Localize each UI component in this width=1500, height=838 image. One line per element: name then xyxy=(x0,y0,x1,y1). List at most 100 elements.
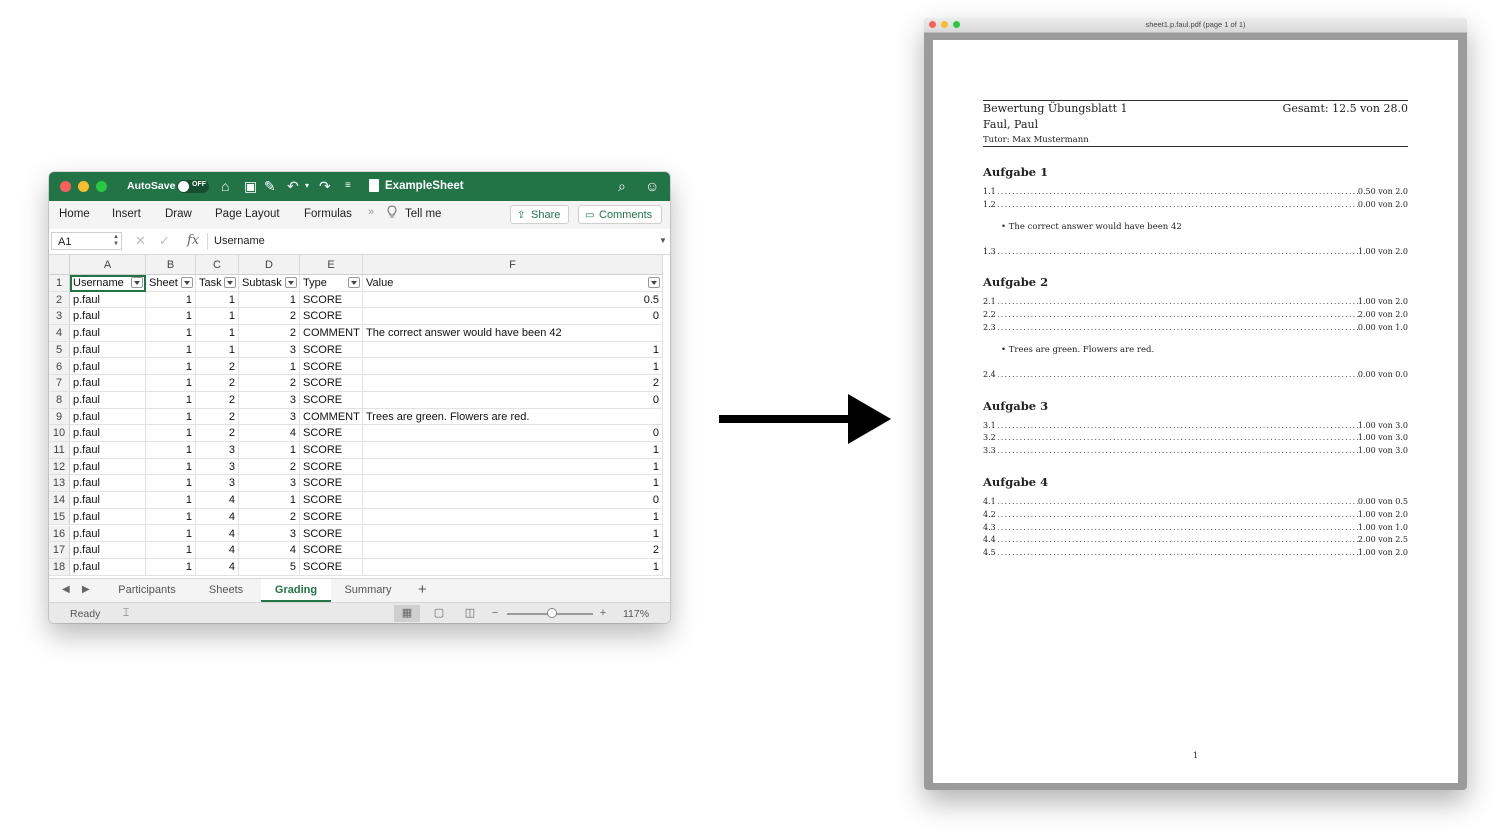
cell-subtask[interactable]: 2 xyxy=(239,458,300,476)
cell-type[interactable]: SCORE xyxy=(300,442,363,459)
row-number[interactable]: 2 xyxy=(49,291,70,309)
row-number[interactable]: 1 xyxy=(49,275,70,292)
cell-type[interactable]: COMMENT xyxy=(300,325,363,342)
cell-subtask[interactable]: 3 xyxy=(239,341,300,359)
header-cell-sheet[interactable]: Sheet xyxy=(146,275,196,292)
cell-value[interactable]: The correct answer would have been 42 xyxy=(363,325,663,342)
cell-subtask[interactable]: 1 xyxy=(239,358,300,376)
zoom-in-icon[interactable]: + xyxy=(595,605,611,622)
cell-value[interactable]: 0 xyxy=(363,391,663,409)
confirm-formula-icon[interactable]: ✓ xyxy=(159,233,170,249)
cell-username[interactable]: p.faul xyxy=(70,458,146,476)
cell-task[interactable]: 2 xyxy=(196,391,239,409)
row-number[interactable]: 15 xyxy=(49,508,70,526)
cell-task[interactable]: 1 xyxy=(196,341,239,359)
cell-type[interactable]: SCORE xyxy=(300,508,363,526)
cell-type[interactable]: SCORE xyxy=(300,308,363,326)
name-box[interactable]: A1 xyxy=(51,232,122,250)
cell-value[interactable]: 1 xyxy=(363,525,663,543)
cell-sheet[interactable]: 1 xyxy=(146,525,196,543)
cell-sheet[interactable]: 1 xyxy=(146,492,196,509)
cell-sheet[interactable]: 1 xyxy=(146,375,196,392)
cell-sheet[interactable]: 1 xyxy=(146,442,196,459)
cell-task[interactable]: 1 xyxy=(196,291,239,309)
cell-type[interactable]: SCORE xyxy=(300,341,363,359)
cell-task[interactable]: 1 xyxy=(196,308,239,326)
cell-subtask[interactable]: 2 xyxy=(239,508,300,526)
filter-dropdown-icon[interactable] xyxy=(224,277,236,288)
formula-input[interactable]: Username xyxy=(214,235,265,247)
row-number[interactable]: 7 xyxy=(49,375,70,392)
sheet-tab-summary[interactable]: Summary xyxy=(335,579,401,602)
tab-insert[interactable]: Insert xyxy=(112,208,141,220)
page-break-view-icon[interactable]: ◫ xyxy=(457,605,483,622)
row-number[interactable]: 8 xyxy=(49,391,70,409)
cell-subtask[interactable]: 3 xyxy=(239,525,300,543)
cell-username[interactable]: p.faul xyxy=(70,391,146,409)
row-number[interactable]: 16 xyxy=(49,525,70,543)
cell-sheet[interactable]: 1 xyxy=(146,508,196,526)
redo-icon[interactable]: ↷ xyxy=(319,177,331,195)
macro-record-icon[interactable]: ⌶ xyxy=(117,605,135,622)
undo-dropdown-icon[interactable]: ▾ xyxy=(305,177,309,195)
cell-sheet[interactable]: 1 xyxy=(146,325,196,342)
cell-subtask[interactable]: 3 xyxy=(239,391,300,409)
row-number[interactable]: 18 xyxy=(49,558,70,576)
sheet-tab-grading[interactable]: Grading xyxy=(261,579,331,602)
tab-home[interactable]: Home xyxy=(59,208,90,220)
save-icon[interactable]: ▣ xyxy=(244,177,257,195)
expand-formula-bar-icon[interactable]: ▼ xyxy=(659,236,667,245)
normal-view-icon[interactable]: ▦ xyxy=(394,605,420,622)
cell-task[interactable]: 2 xyxy=(196,375,239,392)
cell-value[interactable]: 1 xyxy=(363,458,663,476)
column-header-b[interactable]: B xyxy=(146,255,196,275)
filter-dropdown-icon[interactable] xyxy=(348,277,360,288)
cell-value[interactable]: 2 xyxy=(363,375,663,392)
row-number[interactable]: 13 xyxy=(49,475,70,493)
cell-type[interactable]: SCORE xyxy=(300,492,363,509)
cell-username[interactable]: p.faul xyxy=(70,341,146,359)
filter-dropdown-icon[interactable] xyxy=(285,277,297,288)
cell-sheet[interactable]: 1 xyxy=(146,558,196,576)
cell-username[interactable]: p.faul xyxy=(70,325,146,342)
close-window-button[interactable] xyxy=(60,181,71,192)
more-tabs-icon[interactable]: » xyxy=(368,206,374,218)
cell-username[interactable]: p.faul xyxy=(70,358,146,376)
cell-type[interactable]: COMMENT xyxy=(300,408,363,426)
sheet-tab-sheets[interactable]: Sheets xyxy=(195,579,257,602)
row-number[interactable]: 3 xyxy=(49,308,70,326)
search-icon[interactable]: ⌕ xyxy=(618,177,626,195)
zoom-level[interactable]: 117% xyxy=(623,608,649,620)
cell-username[interactable]: p.faul xyxy=(70,442,146,459)
cell-subtask[interactable]: 2 xyxy=(239,308,300,326)
cell-type[interactable]: SCORE xyxy=(300,458,363,476)
cell-sheet[interactable]: 1 xyxy=(146,475,196,493)
cell-subtask[interactable]: 4 xyxy=(239,542,300,559)
insert-function-icon[interactable]: fx xyxy=(187,233,199,248)
cell-task[interactable]: 4 xyxy=(196,542,239,559)
edit-icon[interactable]: ✎ xyxy=(264,177,276,195)
name-box-stepper-icon[interactable]: ▲ ▼ xyxy=(113,234,119,248)
cell-task[interactable]: 2 xyxy=(196,425,239,442)
customize-toolbar-icon[interactable]: ≡ xyxy=(345,177,351,195)
cell-username[interactable]: p.faul xyxy=(70,308,146,326)
cancel-formula-icon[interactable]: ✕ xyxy=(135,233,146,249)
cell-sheet[interactable]: 1 xyxy=(146,542,196,559)
cell-task[interactable]: 2 xyxy=(196,358,239,376)
cell-task[interactable]: 4 xyxy=(196,525,239,543)
cell-type[interactable]: SCORE xyxy=(300,291,363,309)
tab-page-layout[interactable]: Page Layout xyxy=(215,208,280,220)
select-all-corner[interactable] xyxy=(49,255,70,275)
cell-type[interactable]: SCORE xyxy=(300,475,363,493)
column-header-c[interactable]: C xyxy=(196,255,239,275)
share-button[interactable]: ⇪ Share xyxy=(510,205,569,224)
cell-value[interactable]: 2 xyxy=(363,542,663,559)
cell-sheet[interactable]: 1 xyxy=(146,391,196,409)
filter-dropdown-icon[interactable] xyxy=(648,277,660,288)
cell-value[interactable]: 0 xyxy=(363,308,663,326)
row-number[interactable]: 6 xyxy=(49,358,70,376)
column-header-d[interactable]: D xyxy=(239,255,300,275)
cell-username[interactable]: p.faul xyxy=(70,475,146,493)
cell-username[interactable]: p.faul xyxy=(70,425,146,442)
cell-subtask[interactable]: 1 xyxy=(239,291,300,309)
